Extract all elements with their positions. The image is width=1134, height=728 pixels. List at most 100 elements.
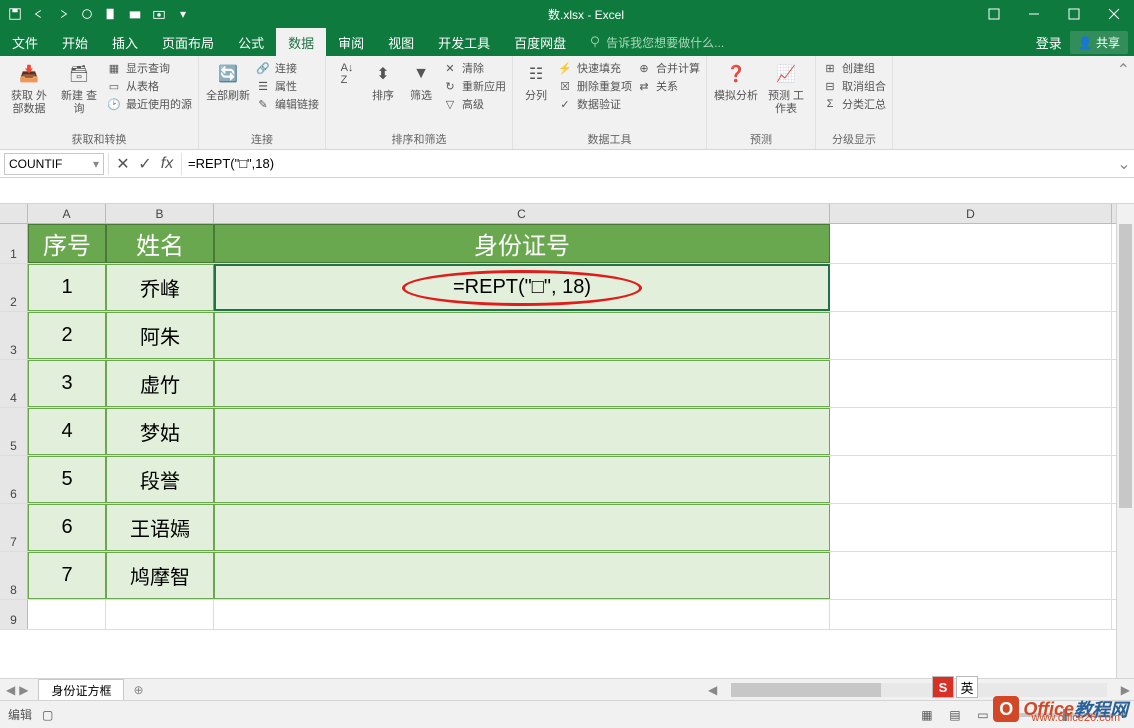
cell-b1[interactable]: 姓名: [106, 224, 214, 263]
reapply-button[interactable]: ↻重新应用: [442, 78, 506, 94]
connections-button[interactable]: 🔗连接: [255, 60, 319, 76]
cell-a1[interactable]: 序号: [28, 224, 106, 263]
from-table-button[interactable]: ▭从表格: [106, 78, 192, 94]
ime-sogou-icon[interactable]: S: [932, 676, 954, 698]
add-sheet-icon[interactable]: ⊕: [128, 683, 148, 697]
expand-formula-bar-icon[interactable]: ⌄: [1114, 154, 1134, 174]
tab-insert[interactable]: 插入: [100, 28, 150, 56]
cell[interactable]: 鸠摩智: [106, 552, 214, 599]
hscroll-left-icon[interactable]: ◀: [704, 683, 721, 697]
tab-review[interactable]: 审阅: [326, 28, 376, 56]
cell[interactable]: [830, 408, 1112, 455]
select-all-corner[interactable]: [0, 204, 28, 223]
subtotal-button[interactable]: Σ分类汇总: [822, 96, 886, 112]
touch-icon[interactable]: [76, 3, 98, 25]
get-external-data-button[interactable]: 📥获取 外部数据: [6, 60, 52, 116]
cell[interactable]: [830, 552, 1112, 599]
ungroup-button[interactable]: ⊟取消组合: [822, 78, 886, 94]
tab-home[interactable]: 开始: [50, 28, 100, 56]
cell[interactable]: 阿朱: [106, 312, 214, 359]
consolidate-button[interactable]: ⊕合并计算: [636, 60, 700, 76]
macro-record-icon[interactable]: ▢: [42, 708, 53, 722]
cell[interactable]: [830, 600, 1112, 629]
data-validation-button[interactable]: ✓数据验证: [557, 96, 632, 112]
cell-d1[interactable]: [830, 224, 1112, 263]
row-header[interactable]: 7: [0, 504, 28, 551]
redo-icon[interactable]: [52, 3, 74, 25]
cell[interactable]: 7: [28, 552, 106, 599]
sort-button[interactable]: ⬍排序: [366, 60, 400, 103]
cell[interactable]: [214, 360, 830, 407]
collapse-ribbon-icon[interactable]: ⌃: [1113, 56, 1134, 149]
horizontal-scrollbar[interactable]: [731, 683, 1107, 697]
edit-links-button[interactable]: ✎编辑链接: [255, 96, 319, 112]
chevron-down-icon[interactable]: ▾: [93, 157, 99, 171]
tab-formulas[interactable]: 公式: [226, 28, 276, 56]
cell[interactable]: [214, 552, 830, 599]
tab-developer[interactable]: 开发工具: [426, 28, 502, 56]
relationships-button[interactable]: ⇄关系: [636, 78, 700, 94]
page-break-view-icon[interactable]: ▭: [972, 706, 994, 724]
sheet-tab[interactable]: 身份证方框: [38, 679, 124, 701]
tab-view[interactable]: 视图: [376, 28, 426, 56]
cell[interactable]: [214, 504, 830, 551]
clear-filter-button[interactable]: ✕清除: [442, 60, 506, 76]
cell[interactable]: [830, 360, 1112, 407]
new-icon[interactable]: [100, 3, 122, 25]
open-icon[interactable]: [124, 3, 146, 25]
row-header[interactable]: 6: [0, 456, 28, 503]
remove-duplicates-button[interactable]: ☒删除重复项: [557, 78, 632, 94]
cancel-formula-icon[interactable]: ✕: [113, 154, 133, 174]
tab-page-layout[interactable]: 页面布局: [150, 28, 226, 56]
col-header-b[interactable]: B: [106, 204, 214, 223]
camera-icon[interactable]: [148, 3, 170, 25]
worksheet-grid[interactable]: A B C D 1 序号 姓名 身份证号 2 1 乔峰 =REPT("□", 1…: [0, 204, 1134, 700]
row-header[interactable]: 1: [0, 224, 28, 263]
undo-icon[interactable]: [28, 3, 50, 25]
qat-dropdown-icon[interactable]: ▾: [172, 3, 194, 25]
vertical-scrollbar[interactable]: [1116, 204, 1134, 678]
login-link[interactable]: 登录: [1036, 33, 1062, 52]
normal-view-icon[interactable]: ▦: [916, 706, 938, 724]
sort-az-button[interactable]: A↓Z: [332, 60, 362, 88]
group-button[interactable]: ⊞创建组: [822, 60, 886, 76]
cell[interactable]: 6: [28, 504, 106, 551]
tell-me-search[interactable]: 告诉我您想要做什么...: [578, 28, 734, 56]
cell-c2-active[interactable]: =REPT("□", 18): [214, 264, 830, 311]
hscroll-right-icon[interactable]: ▶: [1117, 683, 1134, 697]
enter-formula-icon[interactable]: ✓: [135, 154, 155, 174]
row-header[interactable]: 9: [0, 600, 28, 629]
new-query-button[interactable]: 🗃新建 查询: [56, 60, 102, 116]
cell-c1[interactable]: 身份证号: [214, 224, 830, 263]
row-header[interactable]: 8: [0, 552, 28, 599]
ime-lang[interactable]: 英: [956, 676, 978, 698]
text-to-columns-button[interactable]: ☷分列: [519, 60, 553, 103]
flash-fill-button[interactable]: ⚡快速填充: [557, 60, 632, 76]
show-queries-button[interactable]: ▦显示查询: [106, 60, 192, 76]
row-header[interactable]: 4: [0, 360, 28, 407]
cell[interactable]: [214, 312, 830, 359]
cell-b2[interactable]: 乔峰: [106, 264, 214, 311]
formula-input[interactable]: =REPT("□",18): [182, 153, 1114, 175]
maximize-icon[interactable]: [1054, 0, 1094, 28]
recent-sources-button[interactable]: 🕑最近使用的源: [106, 96, 192, 112]
col-header-c[interactable]: C: [214, 204, 830, 223]
cell[interactable]: [28, 600, 106, 629]
col-header-a[interactable]: A: [28, 204, 106, 223]
advanced-filter-button[interactable]: ▽高级: [442, 96, 506, 112]
cell[interactable]: 5: [28, 456, 106, 503]
close-icon[interactable]: [1094, 0, 1134, 28]
tab-baidu[interactable]: 百度网盘: [502, 28, 578, 56]
cell[interactable]: 虚竹: [106, 360, 214, 407]
cell-a2[interactable]: 1: [28, 264, 106, 311]
page-layout-view-icon[interactable]: ▤: [944, 706, 966, 724]
name-box[interactable]: COUNTIF▾: [4, 153, 104, 175]
save-icon[interactable]: [4, 3, 26, 25]
cell[interactable]: [830, 312, 1112, 359]
cell[interactable]: [830, 504, 1112, 551]
fx-icon[interactable]: fx: [157, 154, 177, 174]
cell-d2[interactable]: [830, 264, 1112, 311]
minimize-icon[interactable]: [1014, 0, 1054, 28]
forecast-sheet-button[interactable]: 📈预测 工作表: [763, 60, 809, 116]
cell[interactable]: 段誉: [106, 456, 214, 503]
